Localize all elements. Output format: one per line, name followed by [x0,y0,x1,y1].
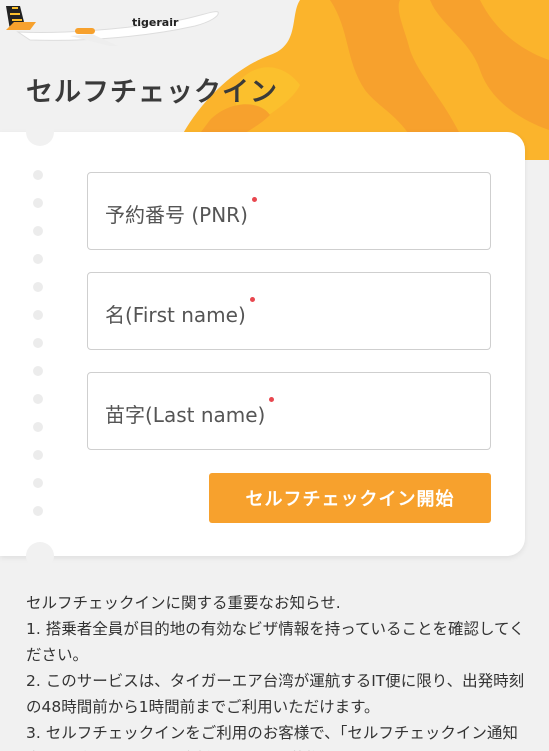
checkin-form-card: 予約番号 (PNR) 名(First name) 苗字(Last name) セ… [0,118,525,570]
ticket-perforation [33,170,47,534]
tigerair-airplane-icon: tigerair [6,6,219,46]
ticket-notch-top [26,118,54,146]
ticket-notch-bottom [26,542,54,570]
first-name-input[interactable]: 名(First name) [87,272,491,350]
tigerair-logo-text: tigerair [132,16,179,29]
important-notice: セルフチェックインに関する重要なお知らせ. 1. 搭乗者全員が目的地の有効なビザ… [26,590,526,751]
page-title: セルフチェックイン [26,77,278,108]
required-indicator [249,297,255,302]
required-indicator [251,197,257,202]
first-name-input-label: 名(First name) [105,297,255,328]
last-name-input[interactable]: 苗字(Last name) [87,372,491,450]
start-checkin-button[interactable]: セルフチェックイン開始 [209,473,491,523]
pnr-input[interactable]: 予約番号 (PNR) [87,172,491,250]
notice-item-2: 2. このサービスは、タイガーエア台湾が運航するIT便に限り、出発時刻の48時間… [26,672,525,716]
notice-item-3: 3. セルフチェックインをご利用のお客様で、「セルフチェックイン通知書」を受け取… [26,724,518,751]
notice-item-1: 1. 搭乗者全員が目的地の有効なビザ情報を持っていることを確認してください。 [26,620,525,664]
last-name-input-label: 苗字(Last name) [105,397,275,428]
required-indicator [269,397,275,402]
pnr-input-label: 予約番号 (PNR) [105,197,257,228]
notice-heading: セルフチェックインに関する重要なお知らせ. [26,594,341,612]
